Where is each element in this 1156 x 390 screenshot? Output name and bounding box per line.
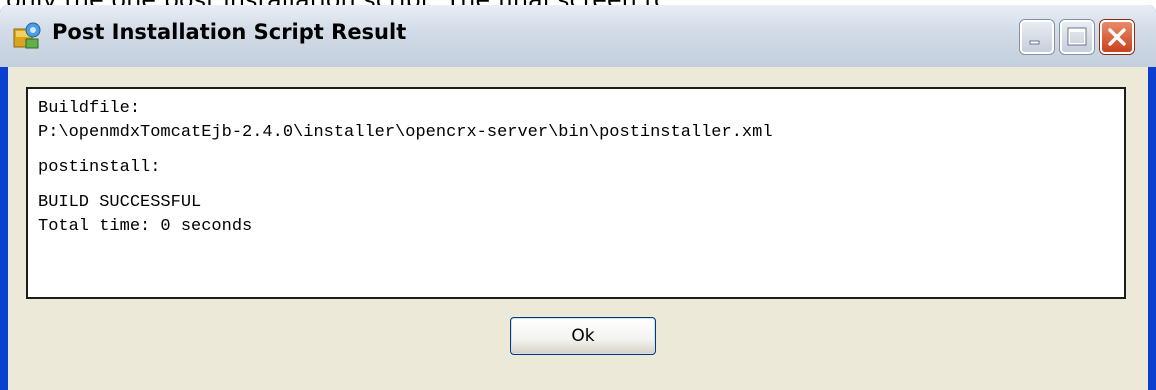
window-title: Post Installation Script Result <box>52 20 407 44</box>
maximize-icon <box>1067 27 1087 46</box>
setup-package-icon <box>12 21 42 51</box>
maximize-button[interactable] <box>1060 20 1094 54</box>
output-line: BUILD SUCCESSFUL <box>38 193 202 212</box>
output-line: Total time: 0 seconds <box>38 217 253 236</box>
output-line: P:\openmdxTomcatEjb-2.4.0\installer\open… <box>38 123 773 142</box>
minimize-icon <box>1029 40 1040 45</box>
output-line: postinstall: <box>38 158 161 177</box>
dialog-window: Post Installation Script Result Buildfil… <box>0 5 1156 390</box>
close-button[interactable] <box>1100 20 1134 54</box>
close-icon <box>1108 28 1126 46</box>
script-output-textarea[interactable]: Buildfile: P:\openmdxTomcatEjb-2.4.0\ins… <box>26 87 1126 299</box>
ok-button-label: Ok <box>571 326 595 346</box>
ok-button[interactable]: Ok <box>510 317 656 355</box>
dialog-content: Buildfile: P:\openmdxTomcatEjb-2.4.0\ins… <box>8 67 1148 390</box>
output-line: Buildfile: <box>38 99 141 118</box>
title-bar[interactable]: Post Installation Script Result <box>0 5 1156 67</box>
minimize-button[interactable] <box>1020 20 1054 54</box>
